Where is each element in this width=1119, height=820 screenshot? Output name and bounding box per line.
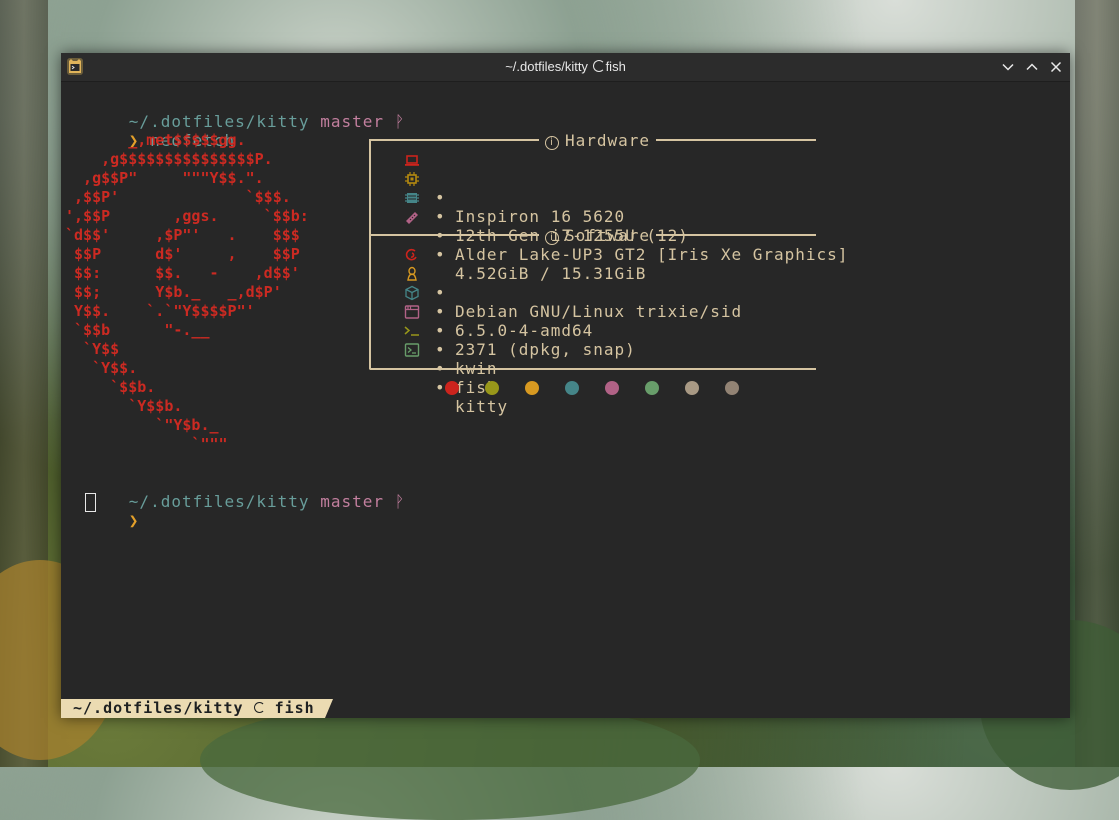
git-branch: master: [320, 112, 384, 131]
color-swatch: [485, 381, 499, 395]
gpu-icon: [405, 193, 419, 203]
color-swatch: [605, 381, 619, 395]
software-row: • kwin: [404, 302, 497, 378]
color-swatch: [525, 381, 539, 395]
color-swatch: [565, 381, 579, 395]
package-icon: [405, 285, 419, 301]
debian-swirl-icon: [254, 702, 265, 713]
shell-icon: [404, 326, 419, 336]
color-swatch: [685, 381, 699, 395]
window-manager-icon: [404, 305, 420, 319]
terminal-value: kitty: [455, 397, 509, 416]
linux-icon: [407, 266, 417, 281]
terminal-window[interactable]: ~/.dotfiles/kitty fish ~/.dotfiles/kitty…: [61, 53, 1070, 718]
software-row: • fish: [404, 321, 497, 397]
minimize-button[interactable]: [1000, 59, 1016, 75]
cpu-value: 12th Gen i7-1255U (12): [455, 226, 689, 245]
debian-icon: [405, 248, 417, 261]
status-segment: ~/.dotfiles/kitty fish: [61, 699, 333, 718]
memory-icon: [406, 212, 418, 224]
hardware-row: • 12th Gen i7-1255U (12): [404, 169, 688, 245]
close-icon: [1050, 61, 1062, 73]
debian-ascii-logo: _,met$$$$$gg. ,g$$$$$$$$$$$$$$$P. ,g$$P"…: [65, 131, 309, 453]
window-title-shell: fish: [605, 59, 626, 74]
git-branch: master: [320, 492, 384, 511]
status-path: ~/.dotfiles/kitty: [73, 699, 244, 717]
debian-swirl-icon: [592, 60, 605, 72]
git-branch-icon: ᚹ: [394, 112, 406, 131]
hardware-row: • 4.52GiB / 15.31GiB: [404, 207, 645, 283]
terminal-content[interactable]: ~/.dotfiles/kitty master ᚹ ❯ neofetch _,…: [61, 82, 1070, 718]
hardware-title: Hardware: [565, 131, 651, 150]
software-row: • 2371 (dpkg, snap): [404, 283, 635, 359]
color-swatch: [645, 381, 659, 395]
software-row: • kitty: [404, 340, 507, 416]
terminal-icon: [404, 343, 420, 357]
hardware-row: • Inspiron 16 5620: [404, 150, 624, 226]
prompt-line: ~/.dotfiles/kitty master ᚹ: [65, 473, 405, 511]
memory-value: 4.52GiB / 15.31GiB: [455, 264, 647, 283]
window-title: ~/.dotfiles/kitty fish: [61, 59, 1070, 74]
git-branch-icon: ᚹ: [394, 492, 406, 511]
cpu-icon: [405, 172, 419, 186]
window-title-path: ~/.dotfiles/kitty: [505, 59, 588, 74]
hardware-row: • Alder Lake-UP3 GT2 [Iris Xe Graphics]: [404, 188, 847, 264]
prompt-arrow-icon: ❯: [128, 511, 140, 530]
packages-value: 2371 (dpkg, snap): [455, 340, 636, 359]
title-bar[interactable]: ~/.dotfiles/kitty fish: [61, 53, 1070, 82]
gpu-value: Alder Lake-UP3 GT2 [Iris Xe Graphics]: [455, 245, 849, 264]
color-swatch: [725, 381, 739, 395]
prompt-line: ~/.dotfiles/kitty master ᚹ: [65, 93, 405, 131]
color-swatch: [445, 381, 459, 395]
maximize-button[interactable]: [1024, 59, 1040, 75]
laptop-icon: [405, 155, 419, 166]
software-row: • 6.5.0-4-amd64: [404, 264, 592, 340]
prompt-path: ~/.dotfiles/kitty: [128, 492, 310, 511]
info-icon: i: [545, 136, 559, 150]
text-cursor[interactable]: [85, 493, 96, 512]
hardware-heading: i Hardware: [539, 131, 657, 150]
status-shell: fish: [274, 699, 315, 717]
command-line[interactable]: ❯: [65, 492, 139, 530]
close-button[interactable]: [1048, 59, 1064, 75]
kernel-value: 6.5.0-4-amd64: [455, 321, 594, 340]
host-value: Inspiron 16 5620: [455, 207, 626, 226]
software-row: • Debian GNU/Linux trixie/sid: [404, 245, 741, 321]
command-line: ❯ neofetch: [65, 112, 235, 150]
chevron-down-icon: [1002, 63, 1014, 71]
os-value: Debian GNU/Linux trixie/sid: [455, 302, 743, 321]
fern-foliage: [200, 700, 700, 820]
chevron-up-icon: [1026, 63, 1038, 71]
